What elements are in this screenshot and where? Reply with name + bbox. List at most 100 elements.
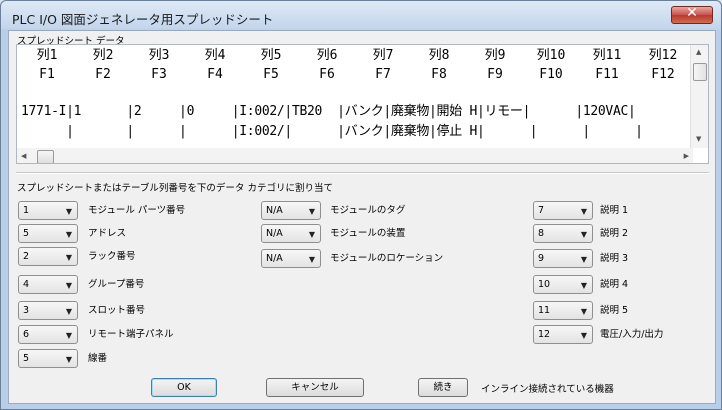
cancel-button[interactable]: キャンセル (266, 378, 364, 397)
spreadsheet-grid[interactable]: 列1 F1 列2 F2 列3 F3 列4 F4 列5 F5 列6 F6 列7 F7 列8 F8 列9 F9 列10 F… (16, 44, 709, 164)
window-title: PLC I/O 図面ジェネレータ用スプレッドシート (12, 12, 274, 27)
column-name: 列1 (36, 48, 58, 63)
fields-left-combo[interactable]: 3 ▼ (18, 301, 78, 320)
column-name: 列4 (204, 48, 226, 63)
chevron-down-icon[interactable]: ▼ (66, 355, 72, 364)
chevron-down-icon[interactable]: ▼ (66, 281, 72, 290)
column-field: F1 (39, 67, 55, 82)
chevron-down-icon[interactable]: ▼ (309, 255, 315, 264)
combo-value: 3 (23, 305, 30, 316)
close-icon: ✕ (686, 5, 698, 21)
column-field: F11 (595, 67, 619, 82)
combo-value: 1 (23, 205, 30, 216)
field-label: 説明 5 (600, 305, 629, 316)
combo-value: 12 (538, 329, 551, 340)
chevron-down-icon[interactable]: ▼ (581, 207, 587, 216)
chevron-down-icon[interactable]: ▼ (581, 331, 587, 340)
chevron-down-icon[interactable]: ▼ (309, 207, 315, 216)
chevron-down-icon[interactable]: ▼ (581, 307, 587, 316)
chevron-down-icon[interactable]: ▼ (66, 230, 72, 239)
chevron-down-icon[interactable]: ▼ (581, 255, 587, 264)
column-name: 列11 (592, 48, 622, 63)
combo-value: 4 (23, 279, 30, 290)
field-label: 線番 (88, 353, 108, 364)
column-name: 列10 (536, 48, 566, 63)
column-field: F12 (651, 67, 675, 82)
chevron-down-icon[interactable]: ▼ (581, 281, 587, 290)
continue-button[interactable]: 続き (418, 378, 468, 397)
scroll-down-icon[interactable]: ▼ (696, 135, 701, 143)
column-header: 列1 F1 (21, 46, 75, 84)
column-header: 列4 F4 (187, 46, 243, 84)
field-label: モジュールのロケーション (330, 253, 444, 264)
chevron-down-icon[interactable]: ▼ (66, 253, 72, 262)
chevron-down-icon[interactable]: ▼ (66, 331, 72, 340)
fields-right-combo[interactable]: 11 ▼ (533, 301, 593, 320)
column-field: F8 (431, 67, 447, 82)
fields-mid-combo[interactable]: N/A ▼ (261, 249, 321, 268)
column-name: 列7 (372, 48, 394, 63)
field-label: スロット番号 (88, 305, 146, 316)
spreadsheet-content: 列1 F1 列2 F2 列3 F3 列4 F4 列5 F5 列6 F6 列7 F7 列8 F8 列9 F9 列10 F… (21, 45, 693, 148)
section-divider (16, 172, 709, 174)
continue-description: インライン接続されている機器 (481, 384, 614, 395)
column-name: 列2 (92, 48, 114, 63)
vertical-scroll-thumb[interactable] (693, 63, 707, 81)
field-label: モジュールのタグ (330, 205, 406, 216)
chevron-down-icon[interactable]: ▼ (581, 230, 587, 239)
field-label: 電圧/入力/出力 (600, 329, 664, 340)
fields-left-combo[interactable]: 6 ▼ (18, 325, 78, 344)
scroll-left-icon[interactable]: ◀ (21, 152, 26, 160)
fields-mid-combo[interactable]: N/A ▼ (261, 201, 321, 220)
column-field: F2 (95, 67, 111, 82)
fields-right-combo[interactable]: 12 ▼ (533, 325, 593, 344)
scroll-up-icon[interactable]: ▲ (696, 48, 701, 56)
fields-left-combo[interactable]: 1 ▼ (18, 201, 78, 220)
fields-left-combo[interactable]: 5 ▼ (18, 224, 78, 243)
field-label: グループ番号 (88, 279, 145, 290)
combo-value: N/A (266, 253, 283, 264)
fields-left-combo[interactable]: 2 ▼ (18, 247, 78, 266)
fields-right-combo[interactable]: 7 ▼ (533, 201, 593, 220)
horizontal-scrollbar[interactable]: ◀ ▶ (17, 148, 693, 163)
fields-right-combo[interactable]: 9 ▼ (533, 249, 593, 268)
column-header: 列2 F2 (75, 46, 131, 84)
chevron-down-icon[interactable]: ▼ (66, 207, 72, 216)
fields-mid-combo[interactable]: N/A ▼ (261, 224, 321, 243)
column-field: F3 (151, 67, 167, 82)
column-field: F9 (487, 67, 503, 82)
field-label: 説明 2 (600, 228, 629, 239)
column-field: F10 (539, 67, 563, 82)
fields-left-combo[interactable]: 5 ▼ (18, 349, 78, 368)
column-field: F7 (375, 67, 391, 82)
horizontal-scroll-thumb[interactable] (37, 150, 54, 163)
combo-value: 11 (538, 305, 551, 316)
column-name: 列5 (260, 48, 282, 63)
close-button[interactable]: ✕ (671, 5, 713, 24)
field-label: リモート端子パネル (88, 329, 174, 340)
scroll-right-icon[interactable]: ▶ (684, 152, 689, 160)
title-bar[interactable]: PLC I/O 図面ジェネレータ用スプレッドシート ✕ (1, 1, 721, 29)
column-name: 列9 (484, 48, 506, 63)
combo-value: 9 (538, 253, 545, 264)
column-header: 列10 F10 (523, 46, 579, 84)
combo-value: 6 (23, 329, 30, 340)
combo-value: 8 (538, 228, 545, 239)
ok-button[interactable]: OK (151, 378, 217, 397)
vertical-scrollbar[interactable]: ▲ ▼ (690, 45, 708, 148)
fields-right-combo[interactable]: 10 ▼ (533, 275, 593, 294)
column-name: 列6 (316, 48, 338, 63)
fields-left-combo[interactable]: 4 ▼ (18, 275, 78, 294)
combo-value: 2 (23, 251, 30, 262)
column-header: 列9 F9 (467, 46, 523, 84)
column-field: F4 (207, 67, 223, 82)
field-label: 説明 1 (600, 205, 629, 216)
field-label: モジュールの装置 (330, 228, 406, 239)
column-header: 列8 F8 (411, 46, 467, 84)
combo-value: N/A (266, 205, 283, 216)
chevron-down-icon[interactable]: ▼ (309, 230, 315, 239)
fields-right-combo[interactable]: 8 ▼ (533, 224, 593, 243)
column-header: 列7 F7 (355, 46, 411, 84)
chevron-down-icon[interactable]: ▼ (66, 307, 72, 316)
column-name: 列12 (648, 48, 678, 63)
